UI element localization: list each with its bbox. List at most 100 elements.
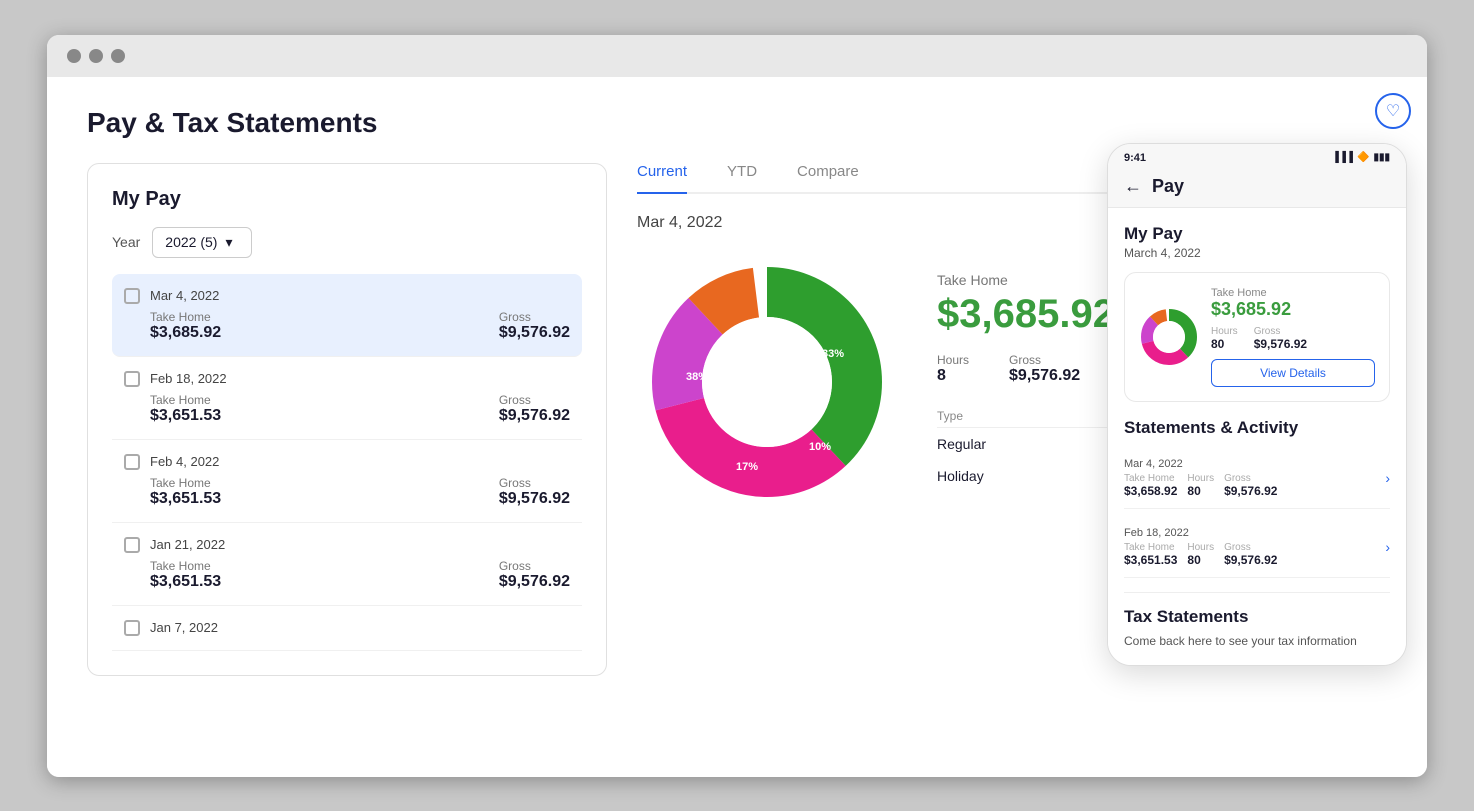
mobile-my-pay-title: My Pay xyxy=(1124,224,1390,244)
pay-date-4: Jan 7, 2022 xyxy=(150,620,218,635)
stmt1-hours-value: 80 xyxy=(1187,553,1214,567)
chevron-right-icon-1: › xyxy=(1385,539,1390,555)
stmt1-takehome-value: $3,651.53 xyxy=(1124,553,1177,567)
chevron-right-icon-0: › xyxy=(1385,470,1390,486)
svg-text:38%: 38% xyxy=(686,371,708,383)
browser-dot-2 xyxy=(89,49,103,63)
gross-value: $9,576.92 xyxy=(1009,367,1080,385)
pay-date-2: Feb 4, 2022 xyxy=(150,454,219,469)
take-home-label-3: Take Home xyxy=(150,559,221,573)
row1-type: Holiday xyxy=(937,460,1127,492)
stmt0-gross-value: $9,576.92 xyxy=(1224,484,1277,498)
year-label: Year xyxy=(112,234,140,250)
pay-item-3[interactable]: Jan 21, 2022 Take Home $3,651.53 Gross $… xyxy=(112,523,582,606)
pay-item-2[interactable]: Feb 4, 2022 Take Home $3,651.53 Gross $9… xyxy=(112,440,582,523)
take-home-label-0: Take Home xyxy=(150,310,221,324)
take-home-value-2: $3,651.53 xyxy=(150,490,221,508)
pay-checkbox-4[interactable] xyxy=(124,620,140,636)
take-home-value-3: $3,651.53 xyxy=(150,573,221,591)
pay-item-1[interactable]: Feb 18, 2022 Take Home $3,651.53 Gross $… xyxy=(112,357,582,440)
mobile-time: 9:41 xyxy=(1124,152,1146,164)
mobile-pay-card: Take Home $3,685.92 Hours 80 Gross $9,57… xyxy=(1124,272,1390,402)
gross-value-1: $9,576.92 xyxy=(499,407,570,425)
pay-list: Mar 4, 2022 Take Home $3,685.92 Gross $9… xyxy=(112,274,582,651)
mobile-takehome-value: $3,685.92 xyxy=(1211,299,1375,320)
mobile-back-button[interactable]: ← xyxy=(1124,176,1142,197)
browser-window: Pay & Tax Statements My Pay Year 2022 (5… xyxy=(47,35,1427,777)
take-home-value-0: $3,685.92 xyxy=(150,324,221,342)
chevron-down-icon: ▾ xyxy=(225,234,232,251)
gross-label-2: Gross xyxy=(499,476,570,490)
left-panel: My Pay Year 2022 (5) ▾ Mar 4, 2022 xyxy=(87,163,607,676)
mobile-status-icons: ▐▐▐ 🔶 ▮▮▮ xyxy=(1332,152,1390,163)
mobile-stats-row: Hours 80 Gross $9,576.92 xyxy=(1211,326,1375,351)
mobile-date: March 4, 2022 xyxy=(1124,246,1390,260)
tax-section-text: Come back here to see your tax informati… xyxy=(1124,633,1390,650)
heart-icon: ♡ xyxy=(1386,101,1400,121)
stmt1-gross-value: $9,576.92 xyxy=(1224,553,1277,567)
main-layout: My Pay Year 2022 (5) ▾ Mar 4, 2022 xyxy=(87,163,1387,676)
mobile-gross-value: $9,576.92 xyxy=(1254,337,1307,351)
gross-label-0: Gross xyxy=(499,310,570,324)
hours-value: 8 xyxy=(937,367,969,385)
mobile-statements-title: Statements & Activity xyxy=(1124,418,1390,438)
tax-section-title: Tax Statements xyxy=(1124,607,1390,627)
wifi-icon: 🔶 xyxy=(1357,152,1369,163)
pay-checkbox-0[interactable] xyxy=(124,288,140,304)
pay-checkbox-1[interactable] xyxy=(124,371,140,387)
browser-dot-3 xyxy=(111,49,125,63)
mobile-stmt-values-1: Take Home $3,651.53 Hours 80 Gross xyxy=(1124,542,1277,567)
gross-value-0: $9,576.92 xyxy=(499,324,570,342)
heart-button[interactable]: ♡ xyxy=(1375,93,1411,129)
gross-value-2: $9,576.92 xyxy=(499,490,570,508)
mobile-statement-0[interactable]: Mar 4, 2022 Take Home $3,658.92 Hours 80 xyxy=(1124,448,1390,509)
pay-checkbox-3[interactable] xyxy=(124,537,140,553)
year-value: 2022 (5) xyxy=(165,234,217,250)
mobile-mockup: 9:41 ▐▐▐ 🔶 ▮▮▮ ← Pay My Pay March 4, 202… xyxy=(1107,143,1407,667)
stmt1-takehome-label: Take Home xyxy=(1124,542,1177,553)
pay-item-0[interactable]: Mar 4, 2022 Take Home $3,685.92 Gross $9… xyxy=(112,274,582,357)
stmt0-hours-value: 80 xyxy=(1187,484,1214,498)
battery-icon: ▮▮▮ xyxy=(1373,152,1390,163)
gross-label-3: Gross xyxy=(499,559,570,573)
take-home-label-2: Take Home xyxy=(150,476,221,490)
gross-value-3: $9,576.92 xyxy=(499,573,570,591)
mobile-gross-label: Gross xyxy=(1254,326,1307,337)
col-type: Type xyxy=(937,405,1127,428)
svg-text:33%: 33% xyxy=(822,348,844,360)
mobile-statements-list: Mar 4, 2022 Take Home $3,658.92 Hours 80 xyxy=(1124,448,1390,578)
donut-chart: 33% 38% 17% 10% xyxy=(637,252,897,512)
mobile-statement-1[interactable]: Feb 18, 2022 Take Home $3,651.53 Hours 8… xyxy=(1124,517,1390,578)
mobile-hours-value: 80 xyxy=(1211,337,1238,351)
gross-label-1: Gross xyxy=(499,393,570,407)
tab-ytd[interactable]: YTD xyxy=(727,163,757,192)
pay-item-4[interactable]: Jan 7, 2022 xyxy=(112,606,582,651)
mobile-hours-label: Hours xyxy=(1211,326,1238,337)
year-dropdown[interactable]: 2022 (5) ▾ xyxy=(152,227,252,258)
signal-icon: ▐▐▐ xyxy=(1332,152,1353,163)
browser-dot-1 xyxy=(67,49,81,63)
svg-text:17%: 17% xyxy=(736,461,758,473)
pay-checkbox-2[interactable] xyxy=(124,454,140,470)
mobile-stmt-values-0: Take Home $3,658.92 Hours 80 Gross xyxy=(1124,473,1277,498)
page-title: Pay & Tax Statements xyxy=(87,107,1387,139)
browser-content: Pay & Tax Statements My Pay Year 2022 (5… xyxy=(47,77,1427,777)
browser-toolbar xyxy=(47,35,1427,77)
mobile-pay-info: Take Home $3,685.92 Hours 80 Gross $9,57… xyxy=(1211,287,1375,387)
year-selector: Year 2022 (5) ▾ xyxy=(112,227,582,258)
row0-type: Regular xyxy=(937,427,1127,460)
hours-label: Hours xyxy=(937,353,969,367)
mobile-body: My Pay March 4, 2022 xyxy=(1108,208,1406,666)
stmt0-gross-label: Gross xyxy=(1224,473,1277,484)
stmt0-takehome-value: $3,658.92 xyxy=(1124,484,1177,498)
svg-text:10%: 10% xyxy=(809,441,831,453)
stmt0-hours-label: Hours xyxy=(1187,473,1214,484)
tab-current[interactable]: Current xyxy=(637,163,687,194)
panel-title: My Pay xyxy=(112,188,582,211)
mobile-view-details-button[interactable]: View Details xyxy=(1211,359,1375,387)
mini-donut-chart xyxy=(1139,307,1199,367)
mobile-header: ← Pay xyxy=(1108,168,1406,208)
tab-compare[interactable]: Compare xyxy=(797,163,859,192)
mobile-status-bar: 9:41 ▐▐▐ 🔶 ▮▮▮ xyxy=(1108,144,1406,168)
stmt1-hours-label: Hours xyxy=(1187,542,1214,553)
